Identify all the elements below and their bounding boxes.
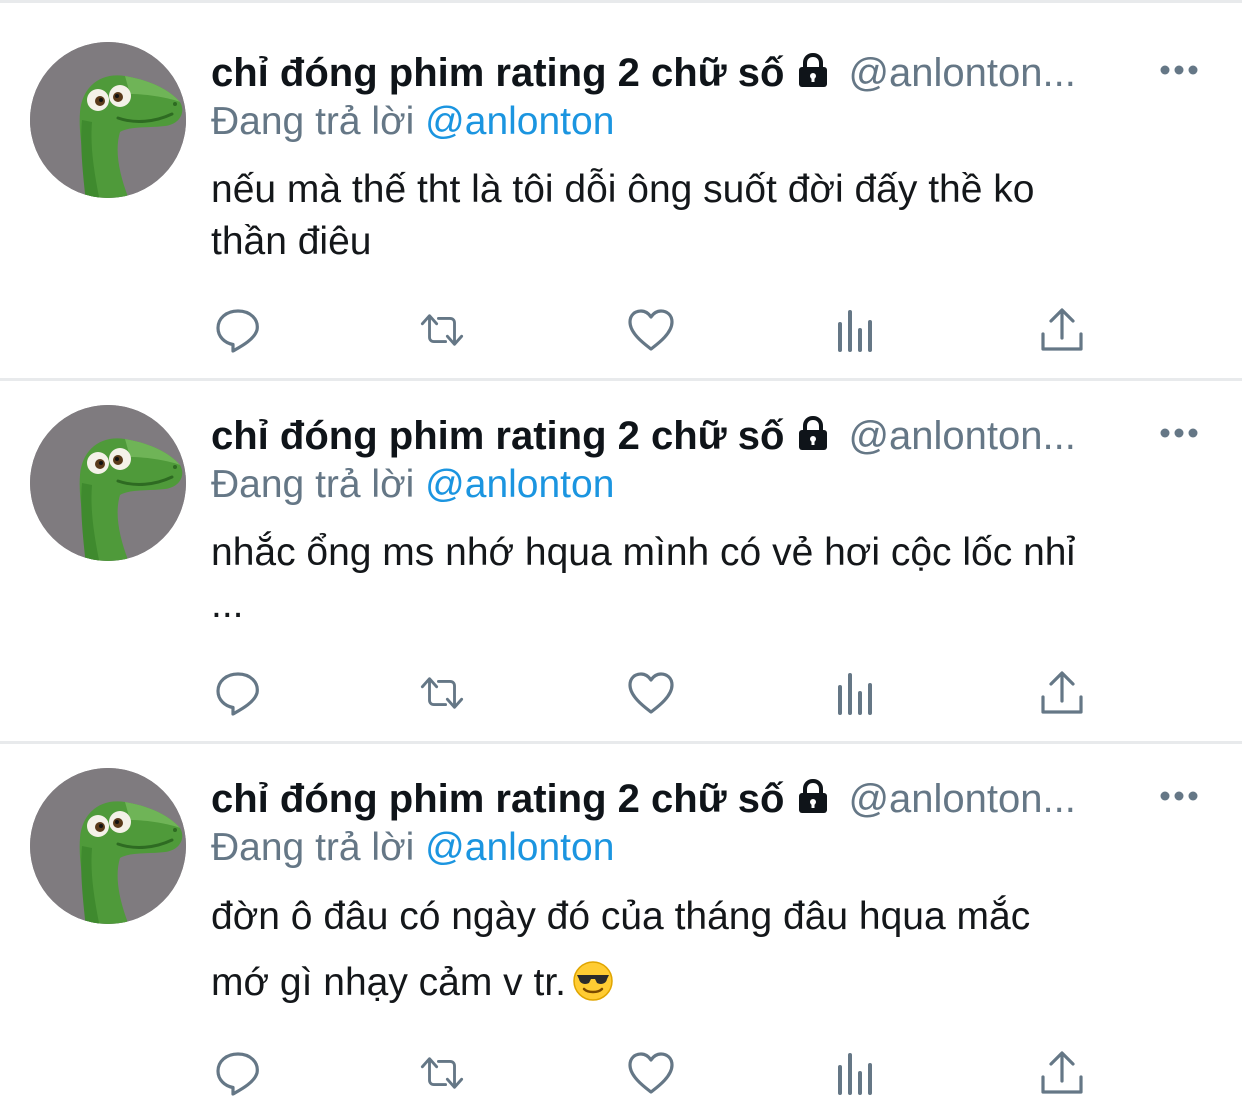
- like-icon[interactable]: [626, 668, 676, 718]
- tweet-text: nếu mà thế tht là tôi dỗi ông suốt đời đ…: [211, 164, 1201, 268]
- share-icon[interactable]: [1037, 1048, 1087, 1098]
- tweet[interactable]: chỉ đóng phim rating 2 chữ số @anlonton..…: [0, 363, 1242, 741]
- tweet-text: đờn ô đâu có ngày đó của tháng đâu hqua …: [211, 884, 1201, 1023]
- username-handle[interactable]: @anlonton...: [848, 414, 1075, 458]
- sunglasses-emoji-icon: [572, 957, 614, 1023]
- avatar[interactable]: [30, 768, 186, 924]
- retweet-icon[interactable]: [417, 668, 467, 718]
- tweet-text-line: thần điêu: [211, 220, 372, 263]
- retweet-icon[interactable]: [417, 1048, 467, 1098]
- more-options-icon[interactable]: [1158, 784, 1200, 808]
- tweet-actions: [211, 305, 1111, 355]
- display-name[interactable]: chỉ đóng phim rating 2 chữ số: [211, 414, 784, 458]
- avatar[interactable]: [30, 42, 186, 198]
- like-icon[interactable]: [626, 305, 676, 355]
- replying-to-label: Đang trả lời: [211, 100, 415, 143]
- reply-mention-link[interactable]: @anlonton: [425, 463, 614, 506]
- like-icon[interactable]: [626, 1048, 676, 1098]
- username-handle[interactable]: @anlonton...: [848, 51, 1075, 95]
- tweet-text-line: nếu mà thế tht là tôi dỗi ông suốt đời đ…: [211, 168, 1035, 211]
- tweet-feed: chỉ đóng phim rating 2 chữ số @anlonton..…: [0, 0, 1242, 1120]
- tweet[interactable]: chỉ đóng phim rating 2 chữ số @anlonton..…: [0, 0, 1242, 378]
- lock-icon: [794, 778, 832, 828]
- tweet-text: nhắc ổng ms nhớ hqua mình có vẻ hơi cộc …: [211, 527, 1201, 631]
- reply-icon[interactable]: [213, 305, 263, 355]
- replying-to: Đang trả lời @anlonton: [211, 461, 614, 509]
- analytics-icon[interactable]: [831, 305, 881, 355]
- tweet-actions: [211, 1048, 1111, 1098]
- tweet-header: chỉ đóng phim rating 2 chữ số @anlonton..…: [211, 48, 1201, 98]
- replying-to: Đang trả lời @anlonton: [211, 98, 614, 146]
- avatar[interactable]: [30, 405, 186, 561]
- lock-icon: [794, 415, 832, 465]
- reply-icon[interactable]: [213, 1048, 263, 1098]
- dinosaur-avatar-image: [30, 405, 186, 561]
- retweet-icon[interactable]: [417, 305, 467, 355]
- dinosaur-avatar-image: [30, 768, 186, 924]
- tweet[interactable]: chỉ đóng phim rating 2 chữ số @anlonton..…: [0, 726, 1242, 1120]
- tweet-text-line: đờn ô đâu có ngày đó của tháng đâu hqua …: [211, 895, 1031, 938]
- tweet-header: chỉ đóng phim rating 2 chữ số @anlonton..…: [211, 774, 1201, 824]
- analytics-icon[interactable]: [831, 1048, 881, 1098]
- tweet-text-line: nhắc ổng ms nhớ hqua mình có vẻ hơi cộc …: [211, 531, 1076, 574]
- replying-to-label: Đang trả lời: [211, 463, 415, 506]
- reply-mention-link[interactable]: @anlonton: [425, 100, 614, 143]
- display-name[interactable]: chỉ đóng phim rating 2 chữ số: [211, 51, 784, 95]
- tweet-text-line-with-emoji: mớ gì nhạy cảm v tr.: [211, 950, 1201, 1023]
- share-icon[interactable]: [1037, 668, 1087, 718]
- more-options-icon[interactable]: [1158, 58, 1200, 82]
- tweet-text-line: ...: [211, 583, 244, 626]
- analytics-icon[interactable]: [831, 668, 881, 718]
- tweet-text-line: mớ gì nhạy cảm v tr.: [211, 961, 567, 1004]
- reply-mention-link[interactable]: @anlonton: [425, 826, 614, 869]
- dinosaur-avatar-image: [30, 42, 186, 198]
- tweet-header: chỉ đóng phim rating 2 chữ số @anlonton..…: [211, 411, 1201, 461]
- replying-to-label: Đang trả lời: [211, 826, 415, 869]
- username-handle[interactable]: @anlonton...: [848, 777, 1075, 821]
- reply-icon[interactable]: [213, 668, 263, 718]
- lock-icon: [794, 52, 832, 102]
- share-icon[interactable]: [1037, 305, 1087, 355]
- more-options-icon[interactable]: [1158, 421, 1200, 445]
- replying-to: Đang trả lời @anlonton: [211, 824, 614, 872]
- tweet-actions: [211, 668, 1111, 718]
- display-name[interactable]: chỉ đóng phim rating 2 chữ số: [211, 777, 784, 821]
